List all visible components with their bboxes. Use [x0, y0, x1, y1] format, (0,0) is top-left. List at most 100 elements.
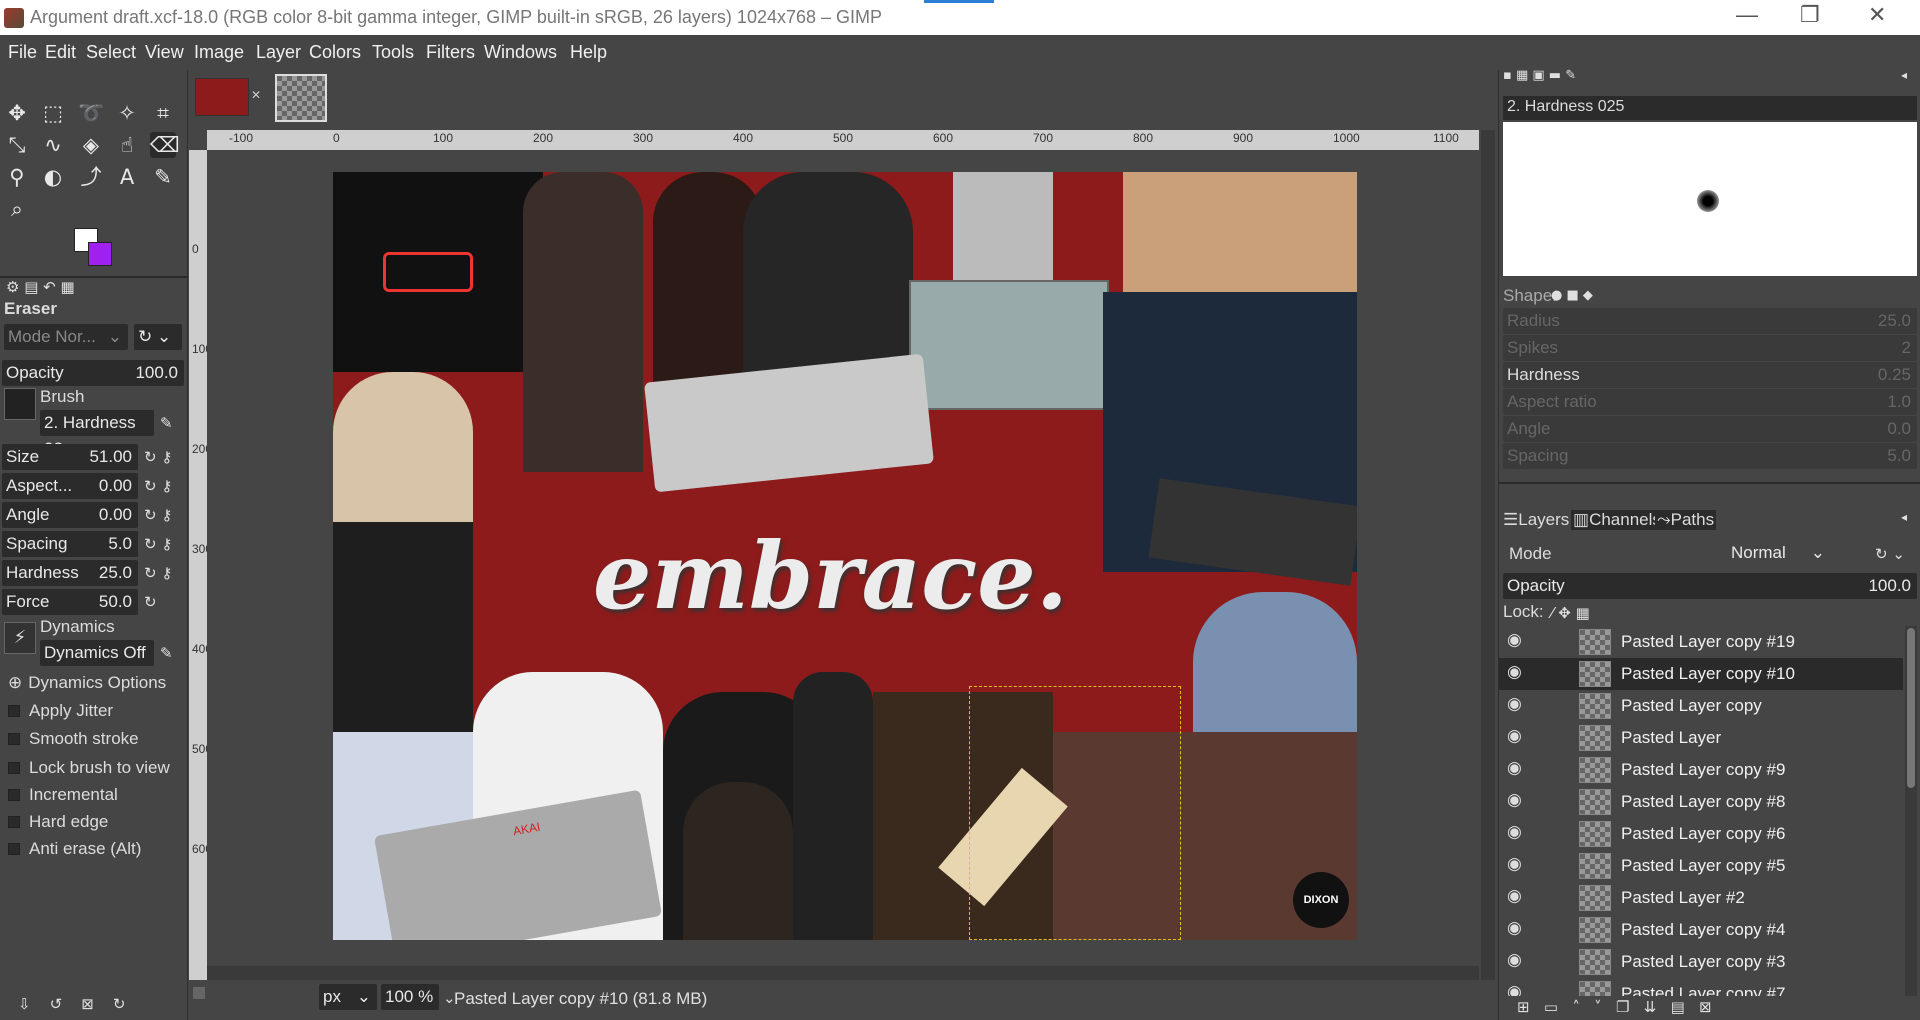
visibility-eye-icon[interactable]: ◉ [1507, 662, 1522, 682]
warp-transform-icon[interactable]: ∿ [40, 132, 66, 158]
opacity-slider[interactable]: Opacity 100.0 [2, 360, 184, 386]
menu-windows[interactable]: Windows [484, 42, 557, 63]
layer-row-selected[interactable]: ◉ Pasted Layer copy #10 [1499, 658, 1903, 690]
angle-slider[interactable]: Angle 0.00 [2, 502, 138, 528]
layer-mode-select[interactable]: Normal ⌄ [1727, 540, 1831, 566]
angle-reset-icon[interactable]: ↻ ⚷ [144, 506, 172, 524]
fuzzy-select-icon[interactable]: ✧ [114, 100, 140, 126]
hardness-slider[interactable]: Hardness 25.0 [2, 560, 138, 586]
layer-row[interactable]: ◉ Pasted Layer copy #3 [1499, 946, 1903, 978]
menu-file[interactable]: File [8, 42, 37, 63]
layer-row[interactable]: ◉ Pasted Layer copy #4 [1499, 914, 1903, 946]
layer-row[interactable]: ◉ Pasted Layer copy [1499, 690, 1903, 722]
zoom-tool-icon[interactable]: ⌕ [4, 196, 30, 222]
tool-options-tab-icon[interactable]: ⚙ ▤ ↶ ▦ [6, 278, 75, 296]
incremental-checkbox[interactable]: Incremental [8, 785, 118, 805]
image-tab-thumb-2[interactable] [275, 74, 327, 122]
smudge-icon[interactable]: ☝ [114, 132, 140, 158]
spacing-reset-icon[interactable]: ↻ ⚷ [144, 535, 172, 553]
menu-select[interactable]: Select [86, 42, 136, 63]
eraser-tool-icon[interactable]: ⌫ [150, 132, 180, 158]
aspect-reset-icon[interactable]: ↻ ⚷ [144, 477, 172, 495]
menu-help[interactable]: Help [570, 42, 607, 63]
brush-hardness-slider[interactable]: Hardness 0.25 [1503, 362, 1917, 388]
tab-paths[interactable]: ⤳Paths [1655, 510, 1717, 530]
lock-brush-checkbox[interactable]: Lock brush to view [8, 758, 170, 778]
bucket-fill-icon[interactable]: ◈ [78, 132, 104, 158]
menu-colors[interactable]: Colors [309, 42, 361, 63]
aspect-ratio-slider[interactable]: Aspect ratio 1.0 [1503, 389, 1917, 415]
anti-erase-checkbox[interactable]: Anti erase (Alt) [8, 839, 141, 859]
force-slider[interactable]: Force 50.0 [2, 589, 138, 615]
tab-layers[interactable]: ☰Layers [1503, 510, 1569, 530]
dynamics-options-expander[interactable]: ⊕ Dynamics Options [8, 673, 166, 693]
dynamics-icon[interactable]: ⚡ [4, 622, 36, 654]
visibility-eye-icon[interactable]: ◉ [1507, 790, 1522, 810]
menu-filters[interactable]: Filters [426, 42, 475, 63]
smooth-stroke-checkbox[interactable]: Smooth stroke [8, 729, 139, 749]
size-reset-icon[interactable]: ↻ ⚷ [144, 448, 172, 466]
brushes-tab-icons[interactable]: ▪ ▦ ▣ ▬ ✎ [1503, 68, 1576, 83]
mode-reset-button[interactable]: ↻ ⌄ [134, 324, 182, 350]
layer-row[interactable]: ◉ Pasted Layer copy #5 [1499, 850, 1903, 882]
hard-edge-checkbox[interactable]: Hard edge [8, 812, 108, 832]
menu-tools[interactable]: Tools [372, 42, 414, 63]
dynamics-field[interactable]: Dynamics Off [40, 640, 154, 666]
menu-view[interactable]: View [145, 42, 184, 63]
size-slider[interactable]: Size 51.00 [2, 444, 138, 470]
menu-layer[interactable]: Layer [256, 42, 301, 63]
visibility-eye-icon[interactable]: ◉ [1507, 918, 1522, 938]
maximize-button[interactable]: ❐ [1800, 2, 1820, 28]
background-color[interactable] [88, 242, 112, 266]
vertical-scrollbar[interactable] [1481, 130, 1495, 990]
image-tab-thumb-1[interactable] [195, 78, 249, 116]
dock-menu-icon[interactable]: ◂ [1901, 68, 1907, 82]
radius-slider[interactable]: Radius 25.0 [1503, 308, 1917, 334]
visibility-eye-icon[interactable]: ◉ [1507, 822, 1522, 842]
visibility-eye-icon[interactable]: ◉ [1507, 694, 1522, 714]
hardness-reset-icon[interactable]: ↻ ⚷ [144, 564, 172, 582]
menu-edit[interactable]: Edit [45, 42, 76, 63]
visibility-eye-icon[interactable]: ◉ [1507, 758, 1522, 778]
apply-jitter-checkbox[interactable]: Apply Jitter [8, 701, 113, 721]
horizontal-scrollbar[interactable] [207, 966, 1479, 980]
layer-row[interactable]: ◉ Pasted Layer copy #9 [1499, 754, 1903, 786]
unified-transform-icon[interactable]: ⤡ [4, 132, 30, 158]
layer-row[interactable]: ◉ Pasted Layer copy #7 [1499, 978, 1903, 996]
nav-icon[interactable] [193, 987, 205, 999]
image-canvas[interactable]: embrace. AKAI DIXON [333, 172, 1357, 940]
edit-brush-icon[interactable]: ✎ [160, 414, 173, 432]
clone-icon[interactable]: ⚲ [4, 164, 30, 190]
aspect-slider[interactable]: Aspect... 0.00 [2, 473, 138, 499]
unit-select[interactable]: px ⌄ [319, 984, 377, 1010]
minimize-button[interactable]: — [1736, 2, 1758, 28]
lock-icons[interactable]: ⁄ ✥ ▦ [1551, 604, 1590, 622]
visibility-eye-icon[interactable]: ◉ [1507, 726, 1522, 746]
dodge-icon[interactable]: ◐ [40, 164, 66, 190]
visibility-eye-icon[interactable]: ◉ [1507, 950, 1522, 970]
menu-image[interactable]: Image [194, 42, 244, 63]
layer-row[interactable]: ◉ Pasted Layer copy #8 [1499, 786, 1903, 818]
edit-dynamics-icon[interactable]: ✎ [160, 644, 173, 662]
layer-row[interactable]: ◉ Pasted Layer copy #19 [1499, 626, 1903, 658]
layers-scroll-thumb[interactable] [1907, 628, 1915, 788]
layer-mode-reset-icon[interactable]: ↻ ⌄ [1875, 545, 1905, 563]
brush-preview[interactable] [4, 388, 36, 420]
paths-icon[interactable]: ⤴ [78, 164, 104, 190]
toolbox-bottom-icons[interactable]: ⇩ ↺ ⊠ ↻ [18, 995, 126, 1013]
visibility-eye-icon[interactable]: ◉ [1507, 982, 1522, 996]
mode-select[interactable]: Mode Nor... ⌄ [4, 324, 128, 350]
layers-bottom-icons[interactable]: ⊞ ▭ ˄ ˅ ❐ ⇊ ▤ ⊠ [1517, 998, 1712, 1016]
layers-menu-icon[interactable]: ◂ [1901, 510, 1907, 524]
rect-select-icon[interactable]: ⬚ [40, 100, 66, 126]
tab-channels[interactable]: ▥Channels [1571, 510, 1663, 530]
layer-opacity-slider[interactable]: Opacity 100.0 [1503, 573, 1917, 599]
brush-spacing-slider[interactable]: Spacing 5.0 [1503, 443, 1917, 469]
brush-name-field[interactable]: 2. Hardness 02 [40, 410, 154, 458]
move-tool-icon[interactable]: ✥ [4, 100, 30, 126]
text-tool-icon[interactable]: A [114, 164, 140, 190]
close-button[interactable]: ✕ [1868, 2, 1886, 28]
layers-scrollbar[interactable] [1905, 626, 1917, 996]
force-reset-icon[interactable]: ↻ [144, 593, 157, 611]
spacing-slider[interactable]: Spacing 5.0 [2, 531, 138, 557]
